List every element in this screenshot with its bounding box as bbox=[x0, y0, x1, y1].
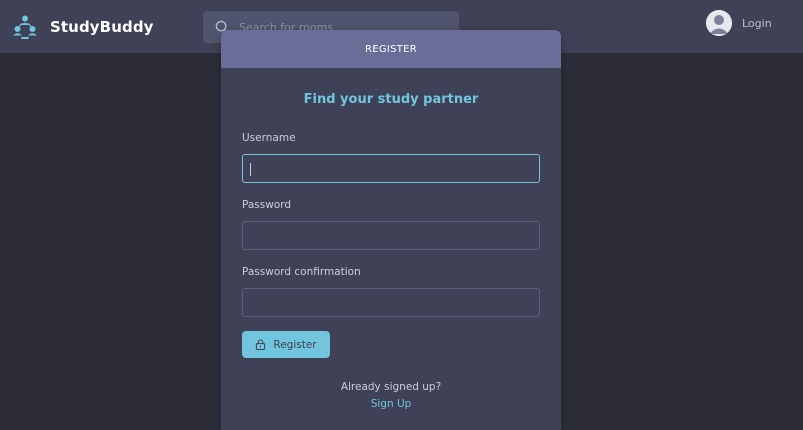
lock-icon bbox=[256, 339, 266, 350]
password-field[interactable] bbox=[242, 221, 540, 250]
username-label: Username bbox=[242, 132, 296, 144]
sign-up-link[interactable]: Sign Up bbox=[221, 398, 561, 410]
password-label: Password bbox=[242, 199, 292, 211]
card-header: REGISTER bbox=[221, 30, 561, 68]
register-button[interactable]: Register bbox=[242, 331, 330, 358]
network-people-icon bbox=[13, 15, 37, 39]
text-caret bbox=[250, 163, 251, 176]
register-card: REGISTER Find your study partner Usernam… bbox=[221, 30, 561, 430]
brand-logo-link[interactable]: StudyBuddy bbox=[12, 14, 154, 40]
already-signed-up-text: Already signed up? bbox=[340, 381, 442, 393]
login-link[interactable]: Login bbox=[742, 17, 772, 30]
register-button-label: Register bbox=[273, 338, 317, 351]
user-avatar-icon[interactable] bbox=[706, 10, 732, 36]
password-confirmation-label: Password confirmation bbox=[242, 266, 361, 278]
card-title: Find your study partner bbox=[303, 92, 479, 107]
username-field[interactable] bbox=[242, 154, 540, 183]
card-header-title: REGISTER bbox=[364, 43, 418, 55]
password-confirmation-field[interactable] bbox=[242, 288, 540, 317]
app-name: StudyBuddy bbox=[50, 18, 154, 36]
user-menu[interactable]: Login bbox=[706, 10, 772, 36]
